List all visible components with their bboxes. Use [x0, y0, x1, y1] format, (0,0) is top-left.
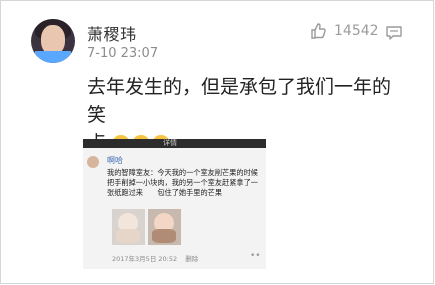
embedded-post-text: 我的智障室友：今天我的一个室友削芒果的时候把手削掉一小块肉，我的另一个室友赶紧拿… — [107, 168, 258, 197]
embedded-more-dots: •• — [250, 251, 261, 261]
embedded-delete-link: 删除 — [185, 255, 199, 263]
post-text-line1: 去年发生的，但是承包了我们一年的笑 — [87, 76, 392, 126]
like-count: 14542 — [334, 23, 379, 39]
avatar-badge — [35, 51, 71, 63]
post-card: 萧稷玮 7-10 23:07 14542 去年发生的，但是承包了我们一年的笑 点… — [0, 0, 434, 284]
embedded-header-bar: 详情 — [83, 139, 266, 148]
embedded-date: 2017年3月5日 20:52 — [112, 255, 178, 263]
embedded-footer: 2017年3月5日 20:52 删除 — [112, 253, 198, 263]
embedded-header-title: 详情 — [163, 139, 177, 147]
embedded-author-name: 啊哈 — [107, 156, 123, 165]
embedded-author-avatar — [87, 156, 99, 168]
author-name[interactable]: 萧稷玮 — [87, 21, 137, 45]
like-button[interactable]: 14542 — [310, 22, 379, 40]
post-time: 7-10 23:07 — [87, 46, 159, 61]
embedded-screenshot[interactable]: 详情 啊哈 我的智障室友：今天我的一个室友削芒果的时候把手削掉一小块肉，我的另一… — [83, 139, 266, 269]
photo-subject-body — [152, 229, 176, 243]
embedded-photo-1 — [112, 209, 145, 245]
embedded-photo-2 — [148, 209, 181, 245]
author-avatar[interactable] — [31, 19, 75, 63]
photo-subject-body — [116, 229, 140, 243]
thumb-up-icon — [311, 23, 326, 39]
comment-icon[interactable] — [385, 25, 403, 41]
